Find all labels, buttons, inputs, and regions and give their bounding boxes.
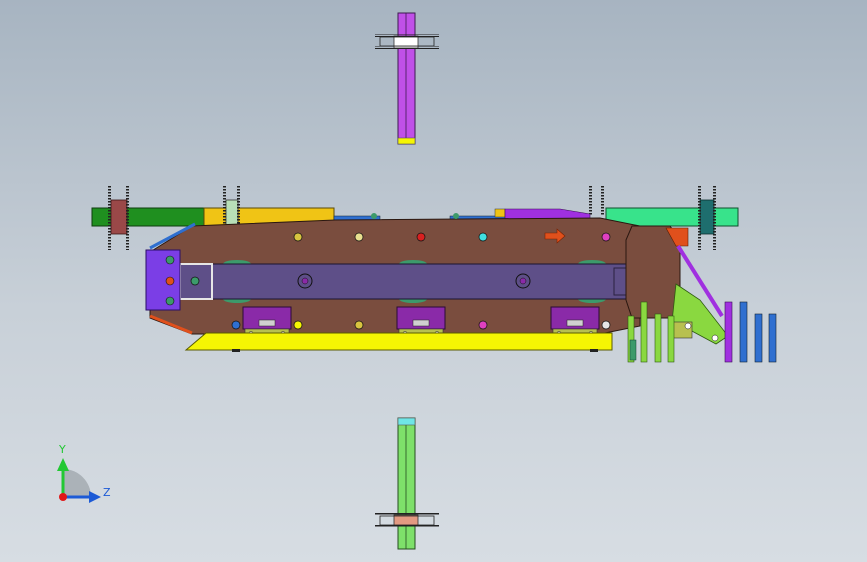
bottom-shaft-end-cap [397,417,416,426]
bolt [165,255,175,265]
bolt [478,320,488,330]
model-view[interactable] [0,0,867,562]
bolt [684,322,692,330]
x-axis-origin-icon [59,493,67,501]
triad-plane [63,469,91,497]
bolt [371,213,377,219]
bolt [165,276,175,286]
bolt [601,232,611,242]
slider-hole [301,277,309,285]
left-hub [110,199,128,235]
base-plate[interactable] [184,332,613,352]
bolt [453,213,459,219]
bolt [231,320,241,330]
slider-bar [179,263,633,300]
bolt [601,320,611,330]
right-hub [699,199,715,235]
bolt [478,232,488,242]
bolt [711,334,719,342]
left-end-block[interactable] [145,249,181,311]
right-inner-sprocket [589,185,604,215]
bottom-shaft [397,417,416,550]
cad-viewport[interactable]: Y Z [0,0,867,562]
slider-hole [190,276,200,286]
top-shaft-end-cap [397,137,416,145]
bottom-shaft-collar [393,514,419,527]
slider-hole [519,277,527,285]
top-shaft-assembly[interactable] [375,12,439,145]
bolt [293,320,303,330]
drive-housing [625,225,681,319]
coordinate-triad [57,458,101,503]
bolt [416,232,426,242]
top-shaft [397,12,416,145]
axis-y-label: Y [59,443,66,456]
bolt [293,232,303,242]
bottom-shaft-assembly[interactable] [375,417,439,550]
bolt [165,296,175,306]
bolt [354,232,364,242]
axis-z-label: Z [103,486,111,499]
bolt [354,320,364,330]
